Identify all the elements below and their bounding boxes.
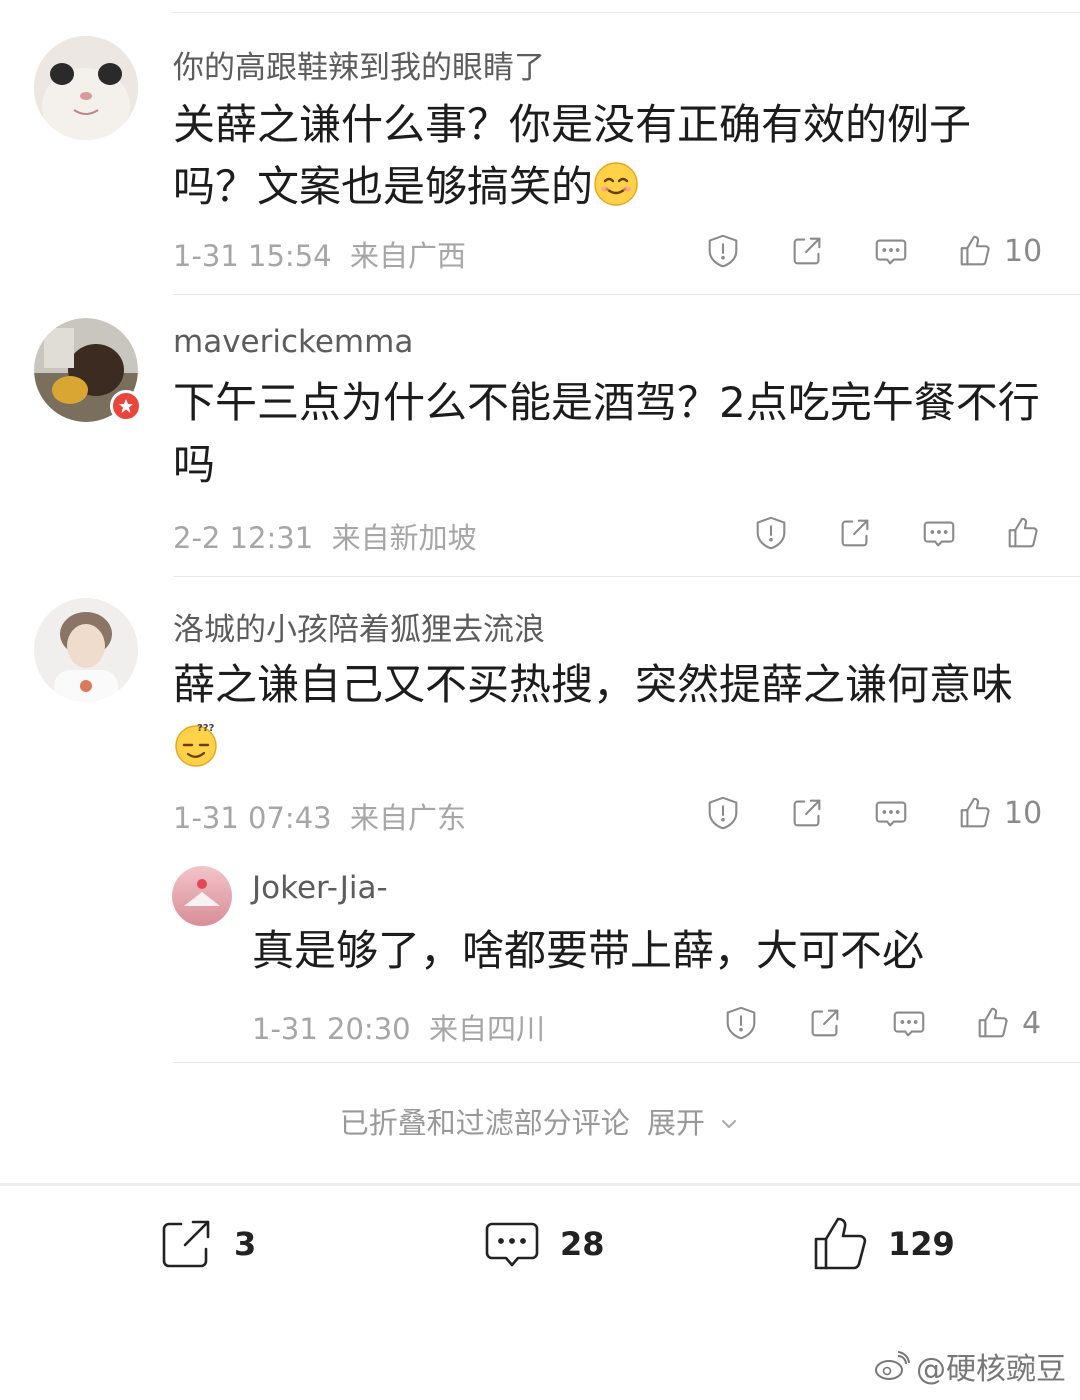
comment-text: 薛之谦自己又不买热搜，突然提薛之谦何意味??? [173,654,1053,778]
comment-divider [173,1062,1080,1063]
comment-text: 关薛之谦什么事？你是没有正确有效的例子吗？文案也是够搞笑的 [173,100,972,211]
like-icon[interactable] [972,1002,1014,1044]
like-count: 10 [1004,233,1043,269]
comment-username[interactable]: 你的高跟鞋辣到我的眼睛了 [173,42,545,87]
comment-divider [173,576,1080,577]
comment-meta: 1-31 07:43 来自广东 [173,795,466,837]
share-icon [162,1220,210,1268]
share-icon[interactable] [786,792,828,834]
comment-location: 来自新加坡 [331,521,477,555]
report-icon[interactable] [702,230,744,272]
like-icon [814,1217,867,1270]
watermark: @硬核豌豆 [874,1344,1066,1388]
comment-icon [485,1222,539,1267]
comment-actions: 10 [702,230,1044,272]
smile-emoji-icon [594,162,638,206]
comment-location: 来自广西 [350,239,467,273]
share-icon[interactable] [804,1002,846,1044]
weibo-logo-icon [875,1351,910,1380]
reply-text: 真是够了，啥都要带上薛，大可不必 [252,926,925,975]
comment-actions: 10 [702,792,1044,834]
avatar[interactable] [34,36,138,140]
avatar[interactable] [34,318,142,422]
chevron-down-icon [722,1120,737,1128]
collapsed-comments-notice: 已折叠和过滤部分评论 展开 [0,1100,1080,1142]
comment-divider [173,294,1080,295]
comment-meta: 1-31 15:54 来自广西 [173,233,466,275]
comment-icon[interactable] [918,512,960,554]
like-icon[interactable] [1002,512,1044,554]
comment-time: 2-2 12:31 [173,521,314,555]
comment-count: 28 [560,1225,605,1263]
share-icon[interactable] [834,512,876,554]
like-icon[interactable] [954,230,996,272]
comment-button[interactable]: 28 [480,1212,605,1276]
reply-username[interactable]: Joker-Jia- [252,870,388,906]
reply-meta: 1-31 20:30 来自四川 [252,1006,545,1048]
comment-icon[interactable] [870,792,912,834]
reply-actions: 4 [720,1002,1044,1044]
comment-time: 1-31 07:43 [173,801,332,835]
bottom-bar-separator [0,1183,1080,1186]
comment-actions [750,512,1044,554]
comment-icon[interactable] [870,230,912,272]
avatar[interactable] [34,598,138,702]
bottom-action-bar: 3 28 129 [0,1190,1080,1320]
expand-button[interactable]: 展开 [647,1106,740,1140]
like-icon[interactable] [954,792,996,834]
comment-location: 来自广东 [350,801,467,835]
report-icon[interactable] [702,792,744,834]
collapsed-text: 已折叠和过滤部分评论 [339,1106,630,1140]
top-divider [173,12,1080,13]
comment-meta: 2-2 12:31 来自新加坡 [173,515,477,557]
verified-badge [110,390,142,422]
avatar[interactable] [172,866,232,926]
reply-location: 来自四川 [429,1012,546,1046]
like-button[interactable]: 129 [808,1212,955,1276]
puzzled-emoji-icon: ??? [175,723,217,767]
comment-username[interactable]: 洛城的小孩陪着狐狸去流浪 [173,604,545,649]
share-icon[interactable] [786,230,828,272]
comment-icon[interactable] [888,1002,930,1044]
svg-text:???: ??? [197,723,215,734]
comment-text: 下午三点为什么不能是酒驾？2点吃完午餐不行吗 [173,378,1040,489]
like-count: 129 [888,1225,955,1263]
share-button[interactable]: 3 [154,1212,256,1276]
report-icon[interactable] [750,512,792,554]
comment-username[interactable]: maverickemma [173,324,413,360]
comment-time: 1-31 15:54 [173,239,332,273]
reply-time: 1-31 20:30 [252,1012,411,1046]
like-count: 4 [1022,1005,1042,1041]
share-count: 3 [234,1225,257,1263]
watermark-text: @硬核豌豆 [916,1352,1066,1387]
report-icon[interactable] [720,1002,762,1044]
like-count: 10 [1004,795,1043,831]
